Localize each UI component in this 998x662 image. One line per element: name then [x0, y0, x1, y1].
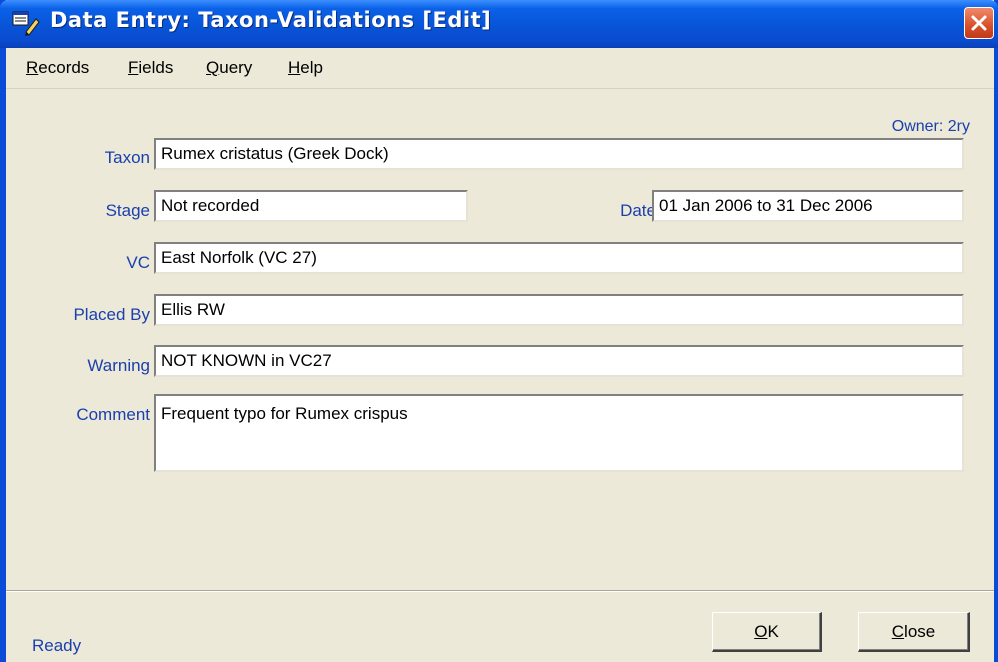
- warning-field[interactable]: NOT KNOWN in VC27: [154, 345, 964, 377]
- data-entry-icon: [12, 10, 40, 36]
- close-icon: [971, 15, 987, 31]
- window-title: Data Entry: Taxon-Validations [Edit]: [50, 8, 492, 32]
- comment-label: Comment: [76, 405, 150, 424]
- close-window-button[interactable]: [964, 7, 994, 39]
- stage-label: Stage: [105, 201, 150, 220]
- date-label: Date: [620, 201, 656, 220]
- menu-bar: Records Fields Query Help: [6, 48, 994, 89]
- close-button[interactable]: Close: [858, 612, 970, 652]
- vc-label: VC: [126, 253, 150, 272]
- footer-divider: [6, 590, 994, 592]
- title-bar[interactable]: Data Entry: Taxon-Validations [Edit]: [0, 0, 998, 48]
- owner-label: Owner: 2ry: [891, 118, 970, 135]
- warning-label: Warning: [87, 356, 150, 375]
- menu-query[interactable]: Query: [206, 58, 252, 78]
- data-entry-window: Data Entry: Taxon-Validations [Edit] Rec…: [0, 0, 998, 662]
- ok-button[interactable]: OK: [712, 612, 822, 652]
- taxon-field[interactable]: Rumex cristatus (Greek Dock): [154, 138, 964, 170]
- status-text: Ready: [32, 636, 82, 655]
- stage-field[interactable]: Not recorded: [154, 190, 468, 222]
- menu-records[interactable]: Records: [26, 58, 89, 78]
- date-field[interactable]: 01 Jan 2006 to 31 Dec 2006: [652, 190, 964, 222]
- taxon-label: Taxon: [104, 148, 150, 167]
- comment-field[interactable]: Frequent typo for Rumex crispus: [154, 394, 964, 472]
- menu-help[interactable]: Help: [288, 58, 323, 78]
- placed-by-label: Placed By: [73, 305, 150, 324]
- placed-by-field[interactable]: Ellis RW: [154, 294, 964, 326]
- menu-fields[interactable]: Fields: [128, 58, 173, 78]
- vc-field[interactable]: East Norfolk (VC 27): [154, 242, 964, 274]
